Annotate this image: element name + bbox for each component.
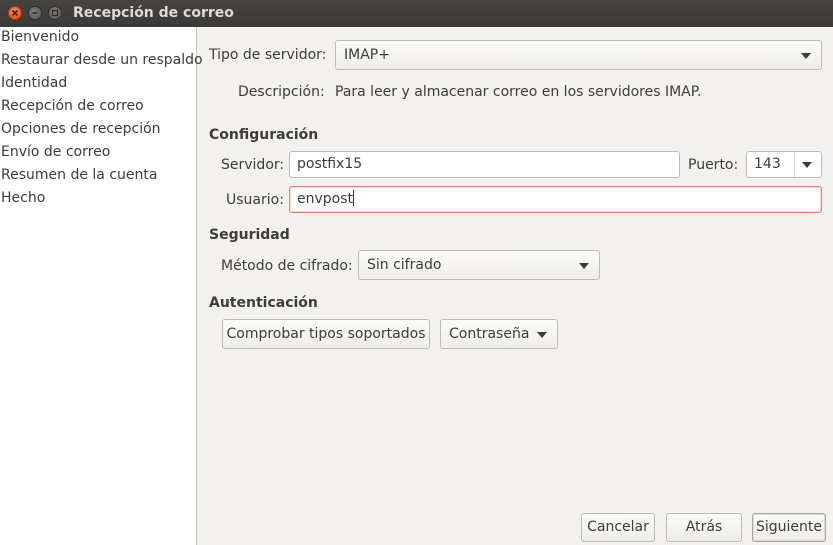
wizard-steps-sidebar: Bienvenido Restaurar desde un respaldo I… xyxy=(0,27,203,545)
close-window-button[interactable] xyxy=(8,6,22,20)
port-combo[interactable]: 143 xyxy=(746,151,822,178)
port-value: 143 xyxy=(754,156,781,172)
chevron-down-icon xyxy=(802,162,812,168)
text-cursor xyxy=(353,190,355,206)
server-input-value: postfix15 xyxy=(297,156,363,172)
server-type-combo[interactable]: IMAP+ xyxy=(335,40,822,70)
configuration-heading: Configuración xyxy=(209,127,319,143)
sidebar-item-restaurar[interactable]: Restaurar desde un respaldo xyxy=(1,50,203,72)
user-input[interactable]: envpost xyxy=(289,186,822,213)
title-bar: Recepción de correo xyxy=(0,0,833,27)
server-label: Servidor: xyxy=(221,157,285,173)
sidebar-item-recepcion[interactable]: Recepción de correo xyxy=(1,96,144,118)
minimize-window-button[interactable] xyxy=(28,6,42,20)
maximize-icon xyxy=(51,9,59,17)
chevron-down-icon xyxy=(579,263,589,269)
sidebar-item-identidad[interactable]: Identidad xyxy=(1,73,67,95)
authentication-heading: Autenticación xyxy=(209,295,318,311)
encryption-value: Sin cifrado xyxy=(367,257,442,273)
user-input-value: envpost xyxy=(297,191,354,207)
server-type-label: Tipo de servidor: xyxy=(209,47,327,63)
window-title: Recepción de correo xyxy=(73,5,234,21)
back-button[interactable]: Atrás xyxy=(666,513,742,542)
security-heading: Seguridad xyxy=(209,227,290,243)
description-label: Descripción: xyxy=(238,84,325,100)
encryption-label: Método de cifrado: xyxy=(221,258,353,274)
close-icon xyxy=(11,9,19,17)
sidebar-item-bienvenido[interactable]: Bienvenido xyxy=(1,27,79,49)
auth-method-combo[interactable]: Contraseña xyxy=(440,319,558,349)
next-button[interactable]: Siguiente xyxy=(752,513,826,542)
check-supported-types-button[interactable]: Comprobar tipos soportados xyxy=(222,319,430,349)
sidebar-item-resumen[interactable]: Resumen de la cuenta xyxy=(1,165,157,187)
sidebar-item-opciones-recepcion[interactable]: Opciones de recepción xyxy=(1,119,161,141)
description-text: Para leer y almacenar correo en los serv… xyxy=(335,84,702,100)
sidebar-item-envio[interactable]: Envío de correo xyxy=(1,142,110,164)
port-separator xyxy=(794,152,795,177)
user-label: Usuario: xyxy=(226,192,284,208)
sidebar-item-hecho[interactable]: Hecho xyxy=(1,188,45,210)
chevron-down-icon xyxy=(537,332,547,338)
chevron-down-icon xyxy=(801,53,811,59)
port-label: Puerto: xyxy=(688,157,739,173)
encryption-combo[interactable]: Sin cifrado xyxy=(358,250,600,280)
server-input[interactable]: postfix15 xyxy=(289,151,680,178)
maximize-window-button[interactable] xyxy=(48,6,62,20)
cancel-button[interactable]: Cancelar xyxy=(581,513,655,542)
minimize-icon xyxy=(32,12,38,14)
server-type-value: IMAP+ xyxy=(344,47,390,63)
auth-method-value: Contraseña xyxy=(449,326,530,342)
main-content: Tipo de servidor: IMAP+ Descripción: Par… xyxy=(197,27,833,545)
